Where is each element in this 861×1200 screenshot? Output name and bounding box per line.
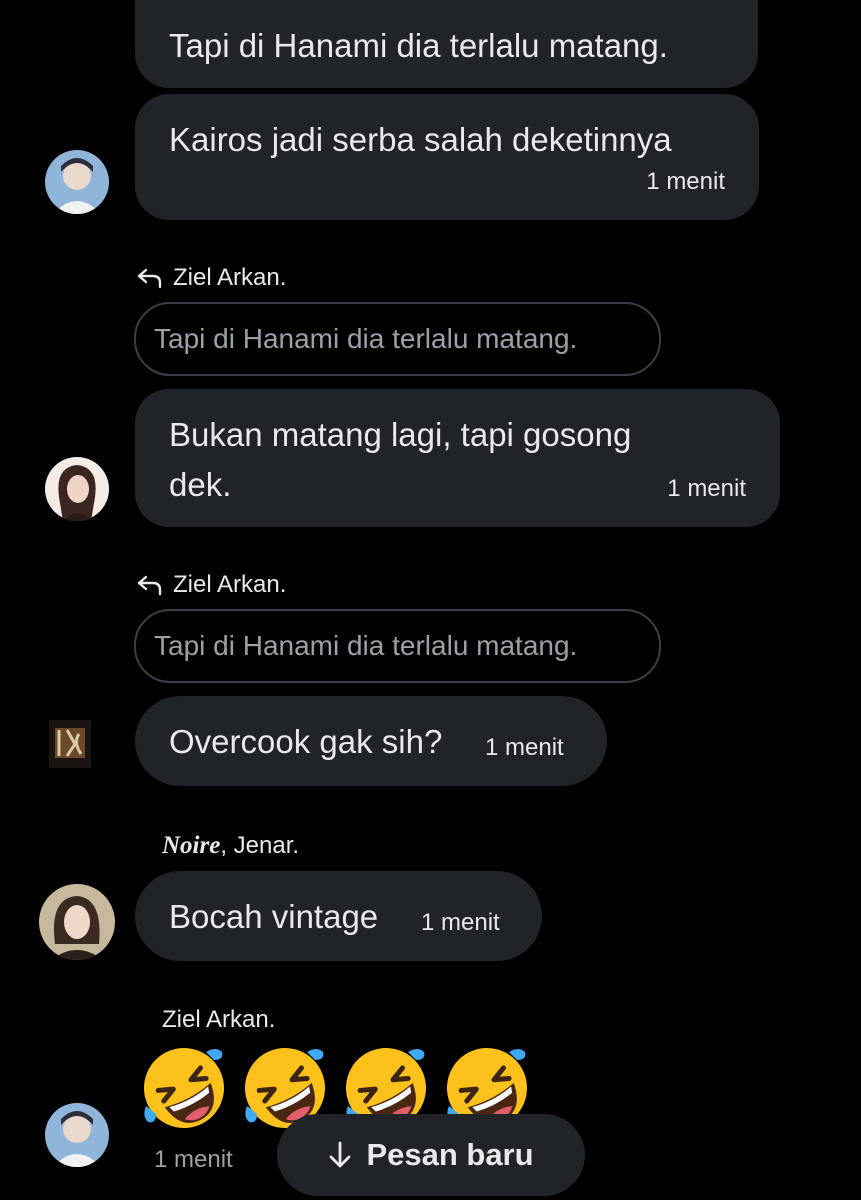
avatar[interactable] <box>45 150 109 214</box>
arrow-down-icon <box>330 1141 351 1168</box>
quoted-message[interactable]: Tapi di Hanami dia terlalu matang. <box>134 302 661 376</box>
avatar-image <box>45 150 109 214</box>
laughing-emoji-icon <box>144 1048 224 1128</box>
reply-header: Ziel Arkan. <box>137 264 286 292</box>
reply-icon <box>137 268 162 289</box>
reply-header: Ziel Arkan. <box>137 571 286 599</box>
avatar-image <box>39 884 115 960</box>
message-timestamp: 1 menit <box>667 475 746 502</box>
quoted-message[interactable]: Tapi di Hanami dia terlalu matang. <box>134 609 661 683</box>
quoted-text: Tapi di Hanami dia terlalu matang. <box>154 323 578 354</box>
sender-name-rest: , Jenar. <box>220 832 300 859</box>
message-bubble[interactable]: Tapi di Hanami dia terlalu matang. <box>135 0 758 88</box>
rolling-on-floor-laughing-emoji[interactable] <box>140 1044 228 1132</box>
reply-icon <box>137 575 162 596</box>
message-text-line: dek. <box>169 466 232 503</box>
avatar-image <box>45 1103 109 1167</box>
sender-name: Noire, Jenar. <box>162 832 299 860</box>
message-text: Tapi di Hanami dia terlalu matang. <box>169 27 668 64</box>
message-bubble[interactable]: Overcook gak sih? 1 menit <box>135 696 607 786</box>
avatar[interactable] <box>45 1103 109 1167</box>
message-timestamp: 1 menit <box>154 1146 233 1173</box>
message-timestamp: 1 menit <box>646 168 725 195</box>
avatar[interactable] <box>45 457 109 521</box>
sender-name: Ziel Arkan. <box>162 1006 276 1033</box>
avatar-image <box>49 720 91 768</box>
message-bubble[interactable]: Bukan matang lagi, tapi gosong dek. 1 me… <box>135 389 780 527</box>
reply-to-name: Ziel Arkan. <box>173 264 287 291</box>
avatar-image <box>45 457 109 521</box>
message-text: Bocah vintage <box>169 898 379 935</box>
new-messages-label: Pesan baru <box>366 1137 534 1172</box>
sender-name-styled: Noire <box>162 832 221 859</box>
message-text: Overcook gak sih? <box>169 723 443 760</box>
message-timestamp: 1 menit <box>485 734 564 761</box>
avatar[interactable] <box>45 716 95 772</box>
avatar[interactable] <box>39 884 115 960</box>
reply-to-name: Ziel Arkan. <box>173 571 287 598</box>
message-bubble[interactable]: Kairos jadi serba salah deketinnya 1 men… <box>135 94 759 220</box>
message-timestamp: 1 menit <box>421 909 500 936</box>
message-bubble[interactable]: Bocah vintage 1 menit <box>135 871 542 961</box>
quoted-text: Tapi di Hanami dia terlalu matang. <box>154 630 578 661</box>
message-text-line: Bukan matang lagi, tapi gosong <box>169 416 632 453</box>
message-text: Kairos jadi serba salah deketinnya <box>169 121 672 158</box>
new-messages-button[interactable]: Pesan baru <box>277 1114 585 1196</box>
